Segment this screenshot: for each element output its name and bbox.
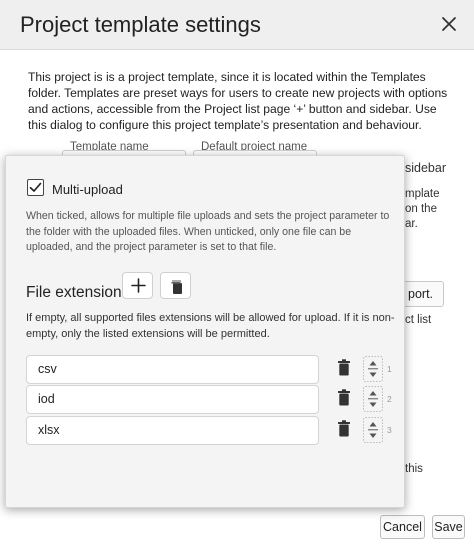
row-index: 1 — [387, 364, 392, 374]
delete-all-extensions-button[interactable] — [160, 272, 191, 299]
file-extensions-help-text: If empty, all supported files extensions… — [26, 312, 395, 340]
checkmark-icon — [29, 182, 42, 192]
close-icon[interactable] — [438, 12, 460, 36]
extension-row: csv 1 — [26, 355, 399, 387]
dialog-header: Project template settings — [0, 0, 474, 50]
sidebar-label-fragment: sidebar — [405, 161, 446, 175]
extension-row: xlsx 3 — [26, 416, 399, 448]
bar-text-fragment: ar. — [405, 218, 418, 230]
add-extension-button[interactable] — [122, 272, 153, 299]
template-text-fragment: mplate — [405, 188, 440, 200]
cancel-button[interactable]: Cancel — [380, 515, 425, 539]
extension-input[interactable]: iod — [26, 385, 319, 414]
multi-upload-help-text: When ticked, allows for multiple file up… — [26, 210, 390, 253]
file-extensions-title: File extensions — [26, 284, 130, 301]
row-index: 3 — [387, 425, 392, 435]
extension-row: iod 2 — [26, 385, 399, 417]
trash-icon[interactable] — [337, 359, 351, 376]
project-list-text-fragment: ct list — [405, 314, 432, 326]
this-text-fragment: this — [405, 463, 423, 475]
trash-icon[interactable] — [337, 420, 351, 437]
extension-input[interactable]: xlsx — [26, 416, 319, 445]
trash-stack-icon — [171, 280, 182, 294]
file-upload-settings-popup: Multi-upload When ticked, allows for mul… — [5, 155, 405, 508]
extension-input[interactable]: csv — [26, 355, 319, 384]
drag-handle-icon[interactable] — [363, 386, 383, 412]
save-button[interactable]: Save — [432, 515, 465, 539]
drag-handle-icon[interactable] — [363, 356, 383, 382]
multi-upload-checkbox[interactable] — [27, 179, 44, 196]
dialog-intro-text: This project is is a project template, s… — [28, 70, 448, 132]
multi-upload-label: Multi-upload — [52, 182, 123, 197]
import-button-fragment-label: port. — [408, 287, 434, 301]
dialog-title: Project template settings — [20, 12, 261, 37]
plus-icon — [131, 278, 146, 293]
drag-handle-icon[interactable] — [363, 417, 383, 443]
row-index: 2 — [387, 394, 392, 404]
trash-icon[interactable] — [337, 389, 351, 406]
on-the-text-fragment: on the — [405, 203, 437, 215]
